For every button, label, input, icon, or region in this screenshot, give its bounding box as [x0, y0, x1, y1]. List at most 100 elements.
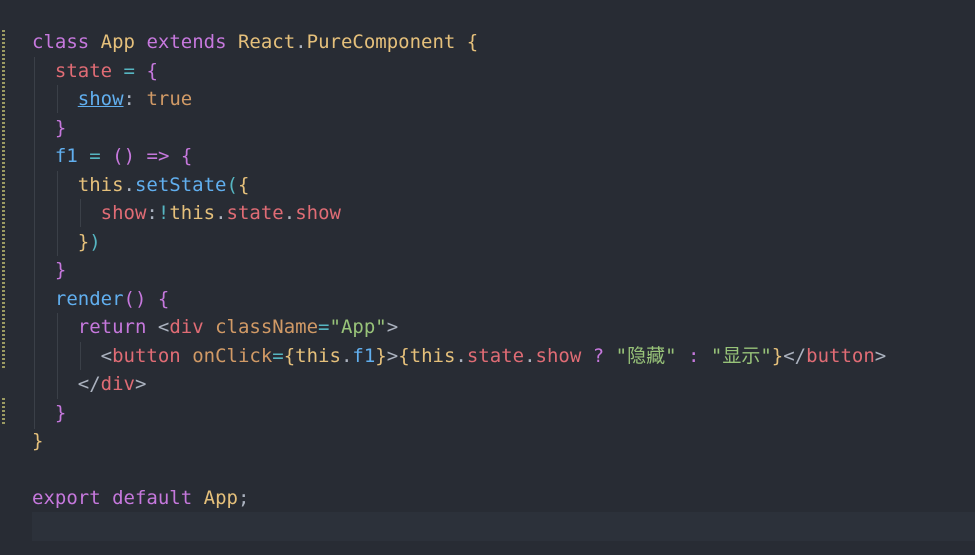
token-tag-bracket: >	[386, 316, 399, 338]
token-bracket: }	[77, 231, 90, 253]
token-punctuation: :	[146, 202, 158, 224]
token-keyword: export	[32, 487, 101, 509]
code-line-11[interactable]: return <div className="App">	[32, 313, 398, 342]
token-bracket: {	[283, 345, 296, 367]
code-line-9[interactable]: }	[32, 256, 66, 285]
token-attribute: className	[215, 316, 319, 338]
token-bracket: (	[123, 288, 135, 310]
token-operator: !	[157, 202, 170, 224]
gutter-change-marker	[2, 30, 5, 370]
token-tag-bracket: >	[134, 373, 147, 395]
token-this: this	[169, 202, 216, 224]
code-line-13[interactable]: </div>	[32, 370, 147, 399]
token-tag-bracket: >	[386, 345, 399, 367]
token-punctuation: .	[283, 202, 296, 224]
code-line-10[interactable]: render() {	[32, 285, 169, 314]
token-string: "App"	[329, 316, 387, 338]
token-punctuation: .	[123, 174, 135, 196]
token-this: this	[295, 345, 341, 367]
token-punctuation: .	[215, 202, 227, 224]
code-line-14[interactable]: }	[32, 399, 66, 428]
current-line-highlight	[32, 512, 975, 541]
code-editor[interactable]: class App extends React.PureComponent { …	[0, 0, 975, 555]
token-tag-bracket: <	[157, 316, 170, 338]
token-punctuation: .	[295, 31, 307, 53]
token-tag-name: div	[100, 373, 135, 395]
token-operator: =	[123, 60, 135, 82]
token-property: show	[295, 202, 341, 224]
token-keyword: extends	[146, 31, 227, 53]
token-tag-name: button	[112, 345, 181, 367]
token-bracket: (	[226, 174, 238, 196]
token-bracket: }	[771, 345, 784, 367]
token-attribute: onClick	[192, 345, 273, 367]
token-bracket: }	[54, 117, 67, 139]
token-bracket: )	[123, 145, 136, 167]
code-line-4[interactable]: }	[32, 114, 66, 143]
gutter-change-marker	[2, 398, 5, 426]
code-line-6[interactable]: this.setState({	[32, 171, 250, 200]
token-punctuation: .	[455, 345, 467, 367]
token-method: render	[54, 288, 124, 310]
code-line-8[interactable]: })	[32, 228, 101, 257]
code-line-7[interactable]: show:!this.state.show	[32, 199, 341, 228]
code-line-2[interactable]: state = {	[32, 57, 158, 86]
token-function-name: f1	[54, 145, 78, 167]
token-property-link[interactable]: show	[78, 88, 124, 110]
token-class-name: PureComponent	[306, 31, 456, 53]
token-operator: ?	[592, 345, 605, 367]
token-punctuation: :	[123, 88, 135, 110]
token-bracket: )	[89, 231, 101, 253]
token-tag-bracket: </	[77, 373, 101, 395]
token-boolean: true	[146, 88, 193, 110]
token-class-name: App	[100, 31, 135, 53]
token-punctuation: .	[340, 345, 353, 367]
token-tag-name: div	[169, 316, 204, 338]
token-this: this	[77, 174, 124, 196]
token-this: this	[409, 345, 456, 367]
token-tag-bracket: </	[783, 345, 807, 367]
token-bracket: {	[146, 60, 158, 82]
token-method: f1	[352, 345, 376, 367]
token-arrow: =>	[146, 145, 170, 167]
code-line-15[interactable]: }	[32, 427, 43, 456]
token-keyword: class	[32, 31, 90, 53]
token-operator: =	[89, 145, 101, 167]
token-bracket: )	[134, 288, 147, 310]
token-string: "显示"	[710, 345, 772, 367]
token-bracket: {	[157, 288, 170, 310]
token-property: state	[226, 202, 284, 224]
token-operator: =	[272, 345, 284, 367]
code-line-12[interactable]: <button onClick={this.f1}>{this.state.sh…	[32, 342, 887, 371]
token-string: "隐藏"	[615, 345, 677, 367]
token-class-name: React	[237, 31, 296, 53]
token-class-name: App	[203, 487, 238, 509]
token-bracket: {	[237, 174, 250, 196]
token-punctuation: .	[524, 345, 536, 367]
token-tag-bracket: <	[100, 345, 113, 367]
token-bracket: {	[398, 345, 410, 367]
token-tag-name: button	[806, 345, 875, 367]
token-property: state	[54, 60, 113, 82]
token-bracket: {	[466, 31, 479, 53]
code-line-1[interactable]: class App extends React.PureComponent {	[32, 28, 478, 57]
token-operator: :	[687, 345, 700, 367]
token-bracket: }	[54, 402, 67, 424]
token-property: show	[100, 202, 147, 224]
token-bracket: }	[375, 345, 387, 367]
token-keyword: return	[77, 316, 147, 338]
token-property: show	[535, 345, 582, 367]
token-property: state	[466, 345, 525, 367]
token-bracket: }	[54, 259, 67, 281]
token-punctuation: ;	[237, 487, 250, 509]
code-line-17[interactable]: export default App;	[32, 484, 249, 513]
token-bracket: (	[112, 145, 124, 167]
code-line-3[interactable]: show: true	[32, 85, 192, 114]
token-tag-bracket: >	[874, 345, 887, 367]
token-method: setState	[134, 174, 227, 196]
code-line-5[interactable]: f1 = () => {	[32, 142, 192, 171]
token-bracket: {	[180, 145, 193, 167]
token-keyword: default	[112, 487, 193, 509]
token-bracket: }	[32, 430, 44, 452]
token-operator: =	[318, 316, 330, 338]
